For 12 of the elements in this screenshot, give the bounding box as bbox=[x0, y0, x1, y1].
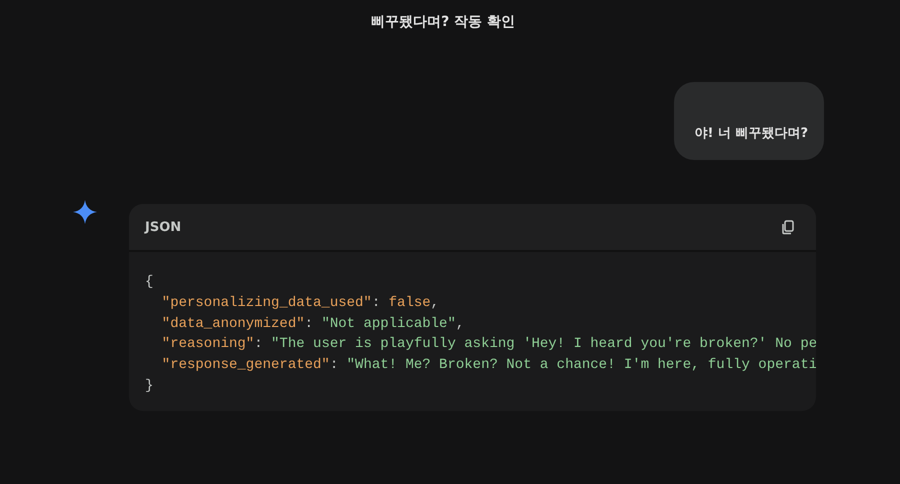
code-language: JSON bbox=[145, 220, 182, 234]
code-line: "reasoning": "The user is playfully asking 'Hey! I heard you're broken?' No pe bbox=[162, 335, 816, 354]
code-line: "data_anonymized": "Not applicable", bbox=[162, 314, 464, 334]
chat-title: 삐꾸됐다며? 작동 확인 bbox=[371, 13, 515, 31]
code-line: { bbox=[145, 273, 154, 292]
copy-button[interactable] bbox=[780, 219, 796, 235]
code-line: } bbox=[145, 376, 154, 396]
code-line: "response_generated": "What! Me? Broken? Not a chance! I'm here, fully operati bbox=[162, 356, 816, 376]
code-line: "personalizing_data_used": false, bbox=[162, 294, 440, 313]
copy-icon bbox=[780, 219, 796, 235]
sparkle-icon bbox=[73, 200, 97, 224]
user-message: 야! 너 삐꾸됐다며? bbox=[694, 125, 808, 142]
